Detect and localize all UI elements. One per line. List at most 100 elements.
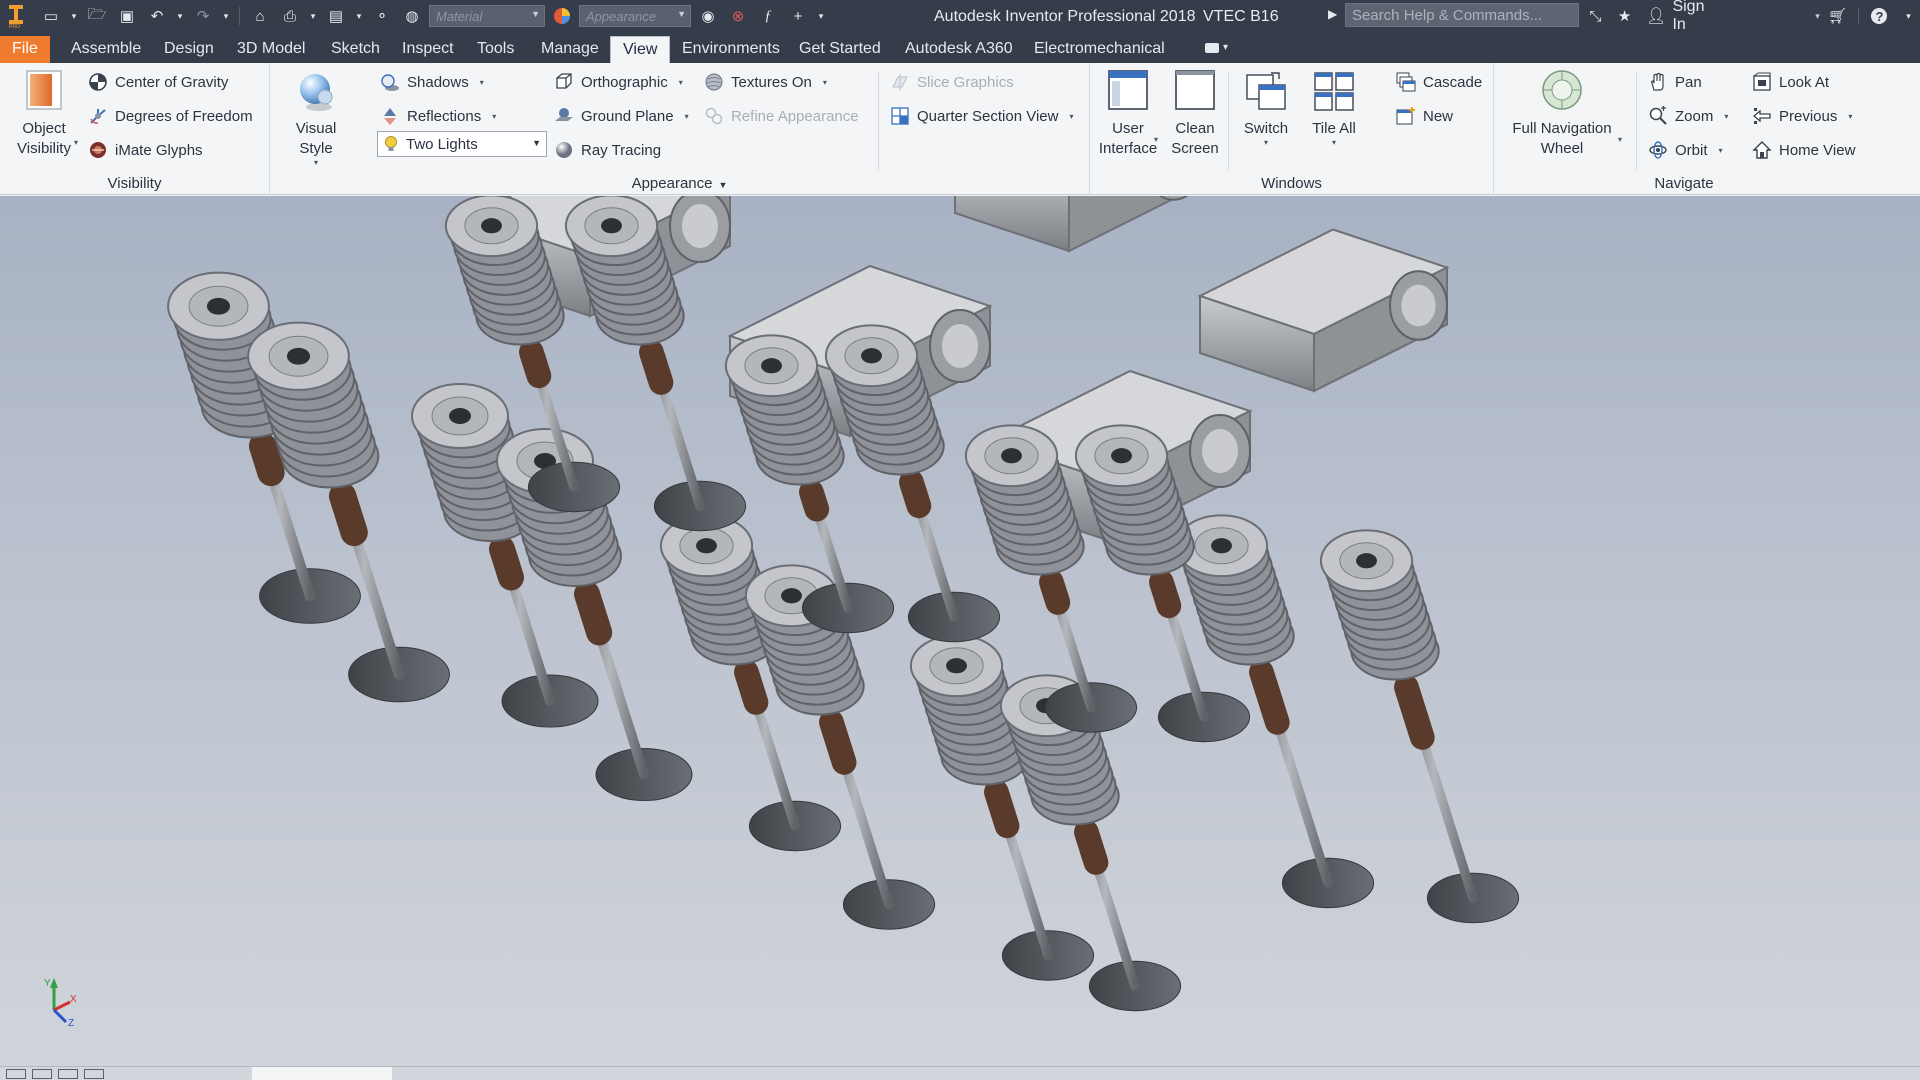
appearance-combo[interactable]: Appearance ▼ bbox=[579, 5, 691, 27]
new-dropdown-icon[interactable]: ▾ bbox=[68, 4, 80, 28]
graphics-viewport[interactable]: X Y Z bbox=[0, 196, 1920, 1066]
material-combo[interactable]: Material ▼ bbox=[429, 5, 545, 27]
orbit-button[interactable]: Orbit ▾ bbox=[1648, 137, 1723, 163]
degrees-of-freedom-button[interactable]: Degrees of Freedom bbox=[88, 103, 253, 129]
sign-in-button[interactable]: 👤︎ Sign In bbox=[1646, 0, 1719, 34]
chevron-down-icon: ▾ bbox=[1718, 145, 1723, 155]
help-icon[interactable]: ? bbox=[1868, 4, 1891, 28]
pan-button[interactable]: Pan bbox=[1648, 69, 1702, 95]
tab-3d-model[interactable]: 3D Model bbox=[225, 36, 317, 63]
home-view-button[interactable]: Home View bbox=[1752, 137, 1855, 163]
tab-sketch[interactable]: Sketch bbox=[319, 36, 392, 63]
chevron-right-icon[interactable]: ▶ bbox=[1328, 7, 1337, 21]
customize-qat-icon[interactable]: ▾ bbox=[815, 4, 827, 28]
open-folder-icon[interactable]: 🗁 bbox=[84, 4, 110, 28]
tab-manage[interactable]: Manage bbox=[529, 36, 611, 63]
tab-autodesk-a360[interactable]: Autodesk A360 bbox=[893, 36, 1025, 63]
valvetrain-model[interactable] bbox=[0, 196, 1920, 1066]
appearance-panel-title[interactable]: Appearance ▼ bbox=[270, 175, 1089, 192]
appearance-sphere-icon[interactable] bbox=[549, 4, 575, 28]
textures-on-label: Textures On bbox=[731, 73, 812, 91]
tile-all-button[interactable]: Tile All ▾ bbox=[1306, 69, 1362, 147]
tab-design[interactable]: Design bbox=[152, 36, 226, 63]
imate-glyphs-button[interactable]: iMate Glyphs bbox=[88, 137, 203, 163]
home-icon[interactable]: ⌂ bbox=[247, 4, 273, 28]
redo-icon[interactable]: ↷ bbox=[190, 4, 216, 28]
cascade-button[interactable]: Cascade bbox=[1396, 69, 1482, 95]
clean-screen-button[interactable]: Clean Screen bbox=[1170, 69, 1220, 159]
valve-guide bbox=[639, 339, 674, 395]
tile-horizontal-icon[interactable] bbox=[58, 1069, 78, 1079]
user-interface-button[interactable]: User Interface bbox=[1099, 69, 1157, 159]
tab-view[interactable]: View bbox=[610, 36, 671, 63]
tab-file[interactable]: File bbox=[0, 36, 50, 63]
redo-dropdown-icon[interactable]: ▾ bbox=[220, 4, 232, 28]
clear-appearance-icon[interactable]: ⊗ bbox=[725, 4, 751, 28]
lighting-style-select[interactable]: Two Lights ▼ bbox=[377, 131, 547, 157]
chevron-down-icon: ▾ bbox=[1223, 42, 1229, 53]
slice-graphics-button[interactable]: Slice Graphics bbox=[890, 69, 1014, 95]
adjust-appearance-icon[interactable]: ◉ bbox=[695, 4, 721, 28]
center-of-gravity-button[interactable]: Center of Gravity bbox=[88, 69, 228, 95]
appearance-panel: Visual Style ▾ Shadows ▾ Reflections ▾ T… bbox=[270, 63, 1090, 195]
search-help-input[interactable]: Search Help & Commands... bbox=[1345, 3, 1579, 27]
active-document-tab[interactable] bbox=[252, 1067, 392, 1080]
quarter-section-view-button[interactable]: Quarter Section View ▾ bbox=[890, 103, 1073, 129]
chevron-down-icon[interactable]: ▾ bbox=[74, 138, 78, 147]
chevron-down-icon[interactable]: ▾ bbox=[1618, 135, 1622, 144]
tab-inspect[interactable]: Inspect bbox=[390, 36, 466, 63]
slice-graphics-label: Slice Graphics bbox=[917, 73, 1014, 91]
chevron-down-icon: ▾ bbox=[1848, 111, 1853, 121]
new-file-icon[interactable]: ▭ bbox=[38, 4, 64, 28]
reflections-button[interactable]: Reflections ▾ bbox=[380, 103, 496, 129]
undo-dropdown-icon[interactable]: ▾ bbox=[174, 4, 186, 28]
undo-icon[interactable]: ↶ bbox=[144, 4, 170, 28]
tab-electromechanical[interactable]: Electromechanical bbox=[1022, 36, 1177, 63]
tab-assemble[interactable]: Assemble bbox=[59, 36, 153, 63]
ground-plane-button[interactable]: Ground Plane ▾ bbox=[554, 103, 689, 129]
tab-environments[interactable]: Environments bbox=[670, 36, 792, 63]
save-icon[interactable]: ▣ bbox=[114, 4, 140, 28]
orthographic-button[interactable]: Orthographic ▾ bbox=[554, 69, 683, 95]
help-dropdown-icon[interactable]: ▾ bbox=[1897, 4, 1920, 28]
zoom-label: Zoom bbox=[1675, 107, 1714, 125]
tab-get-started[interactable]: Get Started bbox=[787, 36, 893, 63]
zoom-button[interactable]: Zoom ▾ bbox=[1648, 103, 1728, 129]
inventor-app-icon[interactable]: PRO bbox=[6, 3, 26, 29]
project-dropdown-icon[interactable]: ▾ bbox=[353, 4, 365, 28]
ribbon-display-options[interactable]: ▾ bbox=[1205, 42, 1228, 53]
full-navigation-wheel-button[interactable]: Full Navigation Wheel bbox=[1506, 69, 1618, 159]
object-visibility-button[interactable]: Object Visibility bbox=[10, 69, 78, 159]
home-document-tab[interactable] bbox=[160, 1067, 250, 1080]
cart-icon[interactable]: 🛒︎ bbox=[1826, 4, 1849, 28]
tab-tools[interactable]: Tools bbox=[465, 36, 526, 63]
previous-view-button[interactable]: Previous ▾ bbox=[1752, 103, 1852, 129]
project-icon[interactable]: ▤ bbox=[323, 4, 349, 28]
refine-appearance-button[interactable]: Refine Appearance bbox=[704, 103, 859, 129]
add-icon[interactable]: + bbox=[785, 4, 811, 28]
triad-x-label: X bbox=[70, 994, 77, 1005]
look-at-button[interactable]: Look At bbox=[1752, 69, 1829, 95]
shadows-button[interactable]: Shadows ▾ bbox=[380, 69, 484, 95]
select-icon[interactable]: ⚬ bbox=[369, 4, 395, 28]
communication-icon[interactable]: ⤡ bbox=[1584, 4, 1607, 28]
switch-window-button[interactable]: Switch ▾ bbox=[1236, 69, 1296, 147]
new-window-button[interactable]: New bbox=[1396, 103, 1453, 129]
parameters-fx-icon[interactable]: ƒ bbox=[755, 4, 781, 28]
view-triad[interactable]: X Y Z bbox=[40, 972, 96, 1028]
windows-title-text: Windows bbox=[1261, 175, 1322, 192]
print-dropdown-icon[interactable]: ▾ bbox=[307, 4, 319, 28]
imate-glyphs-label: iMate Glyphs bbox=[115, 141, 203, 159]
cascade-windows-icon[interactable] bbox=[84, 1069, 104, 1079]
textures-on-button[interactable]: Textures On ▾ bbox=[704, 69, 827, 95]
single-window-icon[interactable] bbox=[6, 1069, 26, 1079]
tile-vertical-icon[interactable] bbox=[32, 1069, 52, 1079]
favorites-star-icon[interactable]: ★ bbox=[1613, 4, 1636, 28]
chevron-down-icon[interactable]: ▾ bbox=[1154, 135, 1158, 144]
print-icon[interactable]: ⎙ bbox=[277, 4, 303, 28]
ray-tracing-button[interactable]: Ray Tracing bbox=[554, 137, 661, 163]
color-wheel-icon[interactable]: ◍ bbox=[399, 4, 425, 28]
chevron-down-icon[interactable]: ▾ bbox=[1815, 11, 1820, 22]
zoom-magnifier-icon bbox=[1649, 106, 1667, 125]
visual-style-button[interactable]: Visual Style ▾ bbox=[278, 69, 354, 167]
